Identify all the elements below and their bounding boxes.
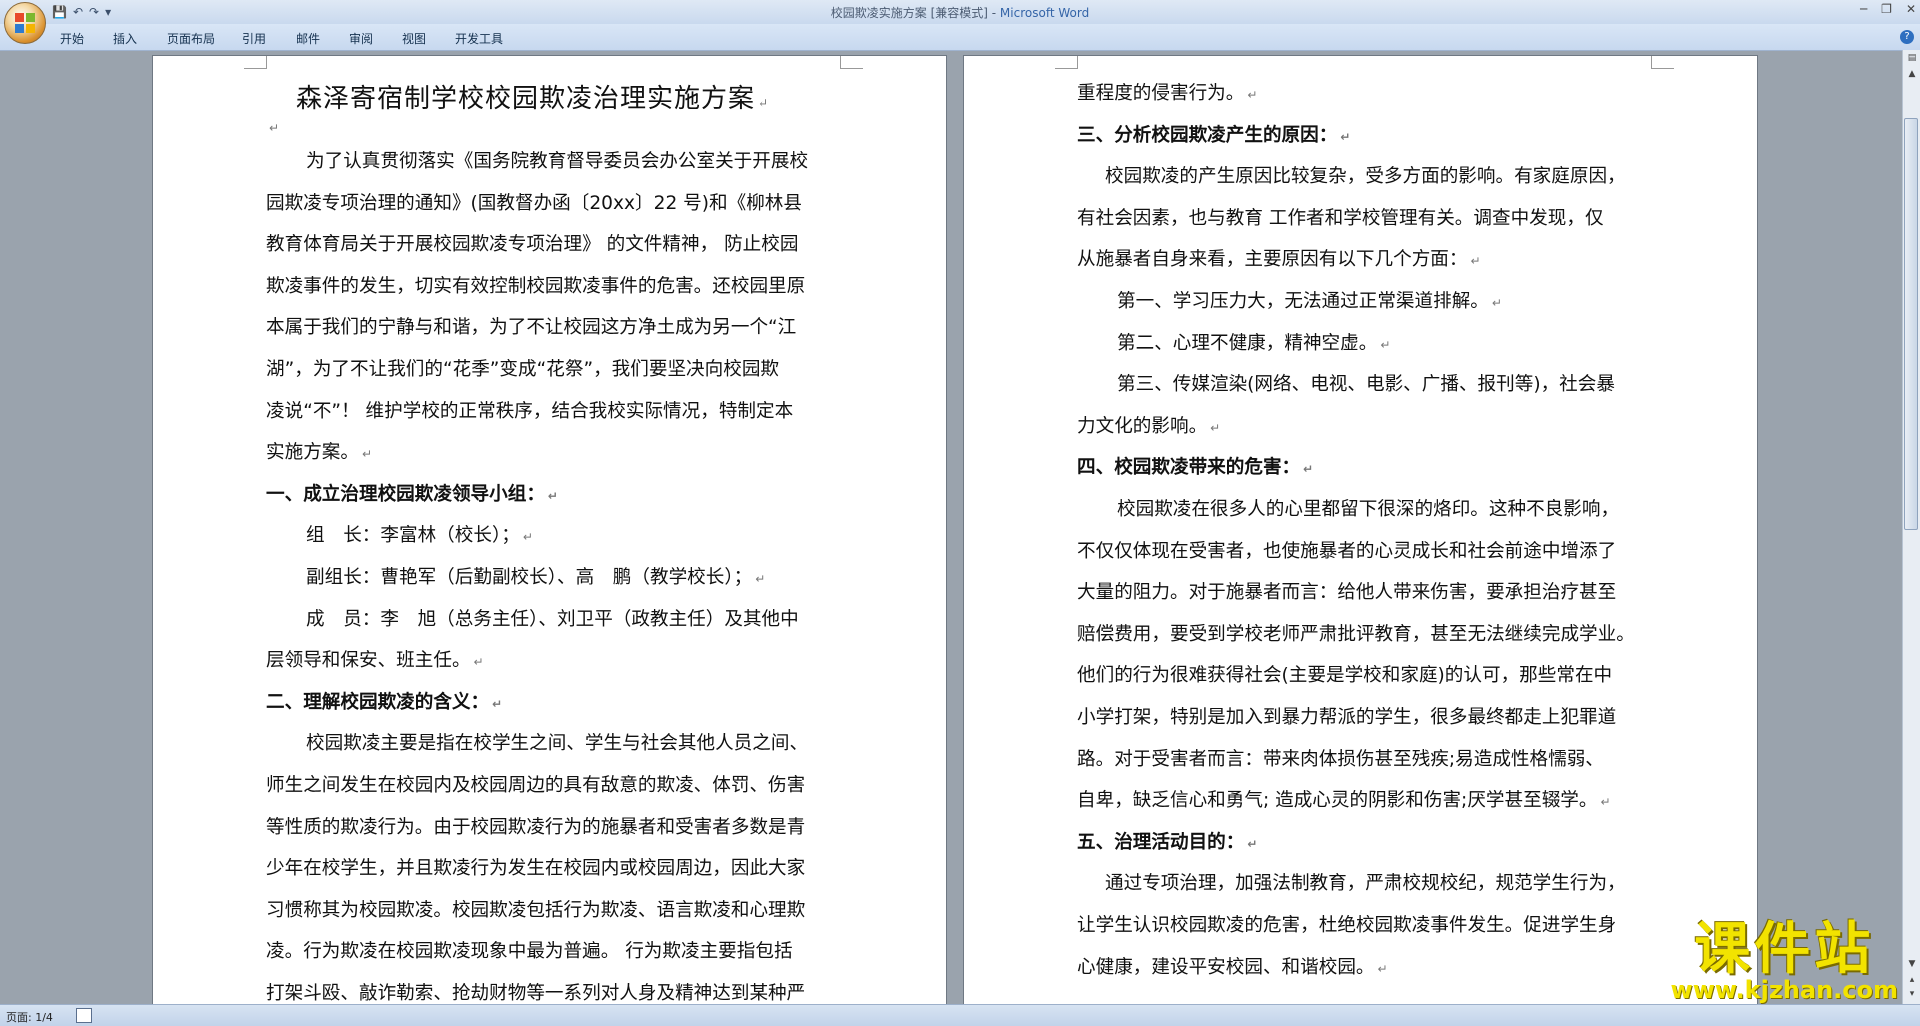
text-line: 自卑，缺乏信心和勇气; 造成心灵的阴影和伤害;厌学甚至辍学。 ↵: [1077, 790, 1611, 812]
scroll-down-icon[interactable]: ▼: [1906, 958, 1918, 970]
previous-page-icon[interactable]: ▴: [1906, 974, 1918, 986]
text-line: 副组长：曹艳军（后勤副校长）、高 鹏（教学校长）； ↵: [306, 567, 766, 588]
tab-developer[interactable]: 开发工具: [455, 30, 503, 47]
document-page-1[interactable]: 森泽寄宿制学校校园欺凌治理实施方案 ↵ ↵ 为了认真贯彻落实《国务院教育督导委员会…: [153, 56, 946, 1004]
proofing-icon[interactable]: [76, 1008, 92, 1023]
minimize-icon[interactable]: ─: [1860, 2, 1867, 16]
next-page-icon[interactable]: ▾: [1906, 988, 1918, 1000]
close-icon[interactable]: ✕: [1906, 2, 1916, 16]
text-line: 等性质的欺凌行为。由于校园欺凌行为的施暴者和受害者多数是青: [266, 816, 806, 838]
text-line: 师生之间发生在校园内及校园周边的具有敌意的欺凌、体罚、伤害: [266, 775, 806, 796]
text-line: 校园欺凌的产生原因比较复杂，受多方面的影响。有家庭原因，: [1105, 166, 1626, 188]
text-line: 路。对于受害者而言：带来肉体损伤甚至残疾;易造成性格懦弱、: [1077, 748, 1604, 770]
text-line: 本属于我们的宁静与和谐，为了不让校园这方净土成为另一个“江: [266, 317, 797, 339]
text-line: 校园欺凌主要是指在校学生之间、学生与社会其他人员之间、: [306, 733, 809, 755]
text-line: 层领导和保安、班主任。 ↵: [266, 650, 484, 672]
section-heading: 一、成立治理校园欺凌领导小组： ↵: [266, 483, 558, 505]
title-bar: 💾 ↶ ↷ ▾ 校园欺凌实施方案 [兼容模式] - Microsoft Word…: [0, 0, 1920, 25]
app-name: Microsoft Word: [999, 6, 1090, 20]
tab-review[interactable]: 审阅: [349, 30, 373, 47]
tab-references[interactable]: 引用: [242, 30, 266, 47]
scroll-up-icon[interactable]: ▲: [1906, 68, 1918, 80]
page-indicator[interactable]: 页面: 1/4: [6, 1009, 53, 1025]
margin-corner-mark: [244, 56, 267, 69]
text-line: 欺凌事件的发生，切实有效控制校园欺凌事件的危害。还校园里原: [266, 275, 806, 297]
section-heading: 二、理解校园欺凌的含义： ↵: [266, 691, 503, 713]
window-controls: ─ ❐ ✕: [1860, 2, 1916, 16]
text-line: 他们的行为很难获得社会(主要是学校和家庭)的认可，那些常在中: [1077, 665, 1613, 687]
text-line: 大量的阻力。对于施暴者而言：给他人带来伤害，要承担治疗甚至: [1077, 582, 1617, 604]
document-page-2[interactable]: 重程度的侵害行为。 ↵ 三、分析校园欺凌产生的原因： ↵ 校园欺凌的产生原因比较复杂，受…: [964, 56, 1757, 1004]
watermark-title: 课件站: [1694, 917, 1875, 982]
watermark: 课件站 www.kjzhan.com: [1670, 917, 1898, 1005]
text-line: 从施暴者自身来看，主要原因有以下几个方面： ↵: [1077, 249, 1481, 271]
status-bar: 页面: 1/4: [0, 1004, 1920, 1026]
text-line: 为了认真贯彻落实《国务院教育督导委员会办公室关于开展校: [306, 151, 809, 172]
document-title: 森泽寄宿制学校校园欺凌治理实施方案 ↵: [296, 84, 770, 114]
text-line: 心健康，建设平安校园、和谐校园。 ↵: [1077, 956, 1388, 978]
window-title: 校园欺凌实施方案 [兼容模式] - Microsoft Word: [0, 4, 1920, 21]
tab-insert[interactable]: 插入: [113, 30, 137, 47]
text-line: 成 员：李 旭（总务主任）、刘卫平（政教主任）及其他中: [306, 608, 799, 630]
text-line: 组 长：李富林（校长）； ↵: [306, 525, 533, 547]
text-line: 打架斗殴、敲诈勒索、抢劫财物等一系列对人身及精神达到某种严: [266, 983, 806, 1004]
office-logo-icon: [15, 13, 35, 33]
text-line: 力文化的影响。 ↵: [1077, 415, 1221, 437]
ribbon-tabs: 开始 插入 页面布局 引用 邮件 审阅 视图 开发工具 ?: [0, 24, 1920, 51]
section-heading: 五、治理活动目的： ↵: [1077, 831, 1258, 853]
text-line: 第二、心理不健康，精神空虚。 ↵: [1117, 332, 1391, 354]
section-heading: 三、分析校园欺凌产生的原因： ↵: [1077, 124, 1351, 146]
document-name: 校园欺凌实施方案 [兼容模式] -: [830, 6, 1000, 20]
tab-page-layout[interactable]: 页面布局: [167, 30, 215, 47]
text-line: 赔偿费用，要受到学校老师严肃批评教育，甚至无法继续完成学业。: [1077, 623, 1635, 645]
ruler-toggle-icon[interactable]: ▤: [1906, 52, 1918, 64]
tab-view[interactable]: 视图: [402, 30, 426, 47]
office-button[interactable]: [4, 2, 46, 44]
text-line: 校园欺凌在很多人的心里都留下很深的烙印。这种不良影响，: [1117, 499, 1620, 520]
text-line: 习惯称其为校园欺凌。校园欺凌包括行为欺凌、语言欺凌和心理欺: [266, 899, 806, 921]
watermark-url: www.kjzhan.com: [1670, 976, 1898, 1004]
empty-paragraph: ↵: [269, 121, 280, 135]
text-line: 湖”，为了不让我们的“花季”变成“花祭”，我们要坚决向校园欺: [266, 359, 780, 380]
text-line: 凌。行为欺凌在校园欺凌现象中最为普遍。 行为欺凌主要指包括: [266, 941, 793, 963]
margin-corner-mark: [840, 56, 863, 69]
text-line: 不仅仅体现在受害者，也使施暴者的心灵成长和社会前途中增添了: [1077, 540, 1617, 562]
scrollbar-thumb[interactable]: [1904, 118, 1918, 530]
help-icon[interactable]: ?: [1900, 30, 1914, 44]
text-line: 实施方案。 ↵: [266, 442, 373, 464]
maximize-icon[interactable]: ❐: [1881, 2, 1892, 16]
text-line: 让学生认识校园欺凌的危害，杜绝校园欺凌事件发生。促进学生身: [1077, 915, 1617, 936]
text-line: 重程度的侵害行为。 ↵: [1077, 83, 1258, 104]
text-line: 第三、传媒渲染(网络、电视、电影、广播、报刊等)，社会暴: [1117, 374, 1615, 396]
tab-mailings[interactable]: 邮件: [296, 30, 320, 47]
text-line: 凌说“不”！ 维护学校的正常秩序，结合我校实际情况，特制定本: [266, 400, 794, 422]
margin-corner-mark: [1055, 56, 1078, 69]
text-line: 第一、学习压力大，无法通过正常渠道排解。 ↵: [1117, 291, 1502, 312]
section-heading: 四、校园欺凌带来的危害： ↵: [1077, 457, 1314, 479]
text-line: 少年在校学生，并且欺凌行为发生在校园内或校园周边，因此大家: [266, 858, 806, 880]
text-line: 有社会因素，也与教育 工作者和学校管理有关。调查中发现，仅: [1077, 207, 1604, 229]
text-line: 园欺凌专项治理的通知》(国教督办函〔20xx〕22 号)和《柳林县: [266, 192, 802, 214]
text-line: 通过专项治理，加强法制教育，严肃校规校纪，规范学生行为，: [1105, 873, 1626, 895]
text-line: 小学打架，特别是加入到暴力帮派的学生，很多最终都走上犯罪道: [1077, 707, 1617, 728]
tab-home[interactable]: 开始: [60, 30, 84, 47]
text-line: 教育体育局关于开展校园欺凌专项治理》 的文件精神， 防止校园: [266, 234, 799, 256]
margin-corner-mark: [1651, 56, 1674, 69]
vertical-scrollbar[interactable]: ▤ ▲ ▼ ▴ ▾: [1902, 50, 1920, 1004]
